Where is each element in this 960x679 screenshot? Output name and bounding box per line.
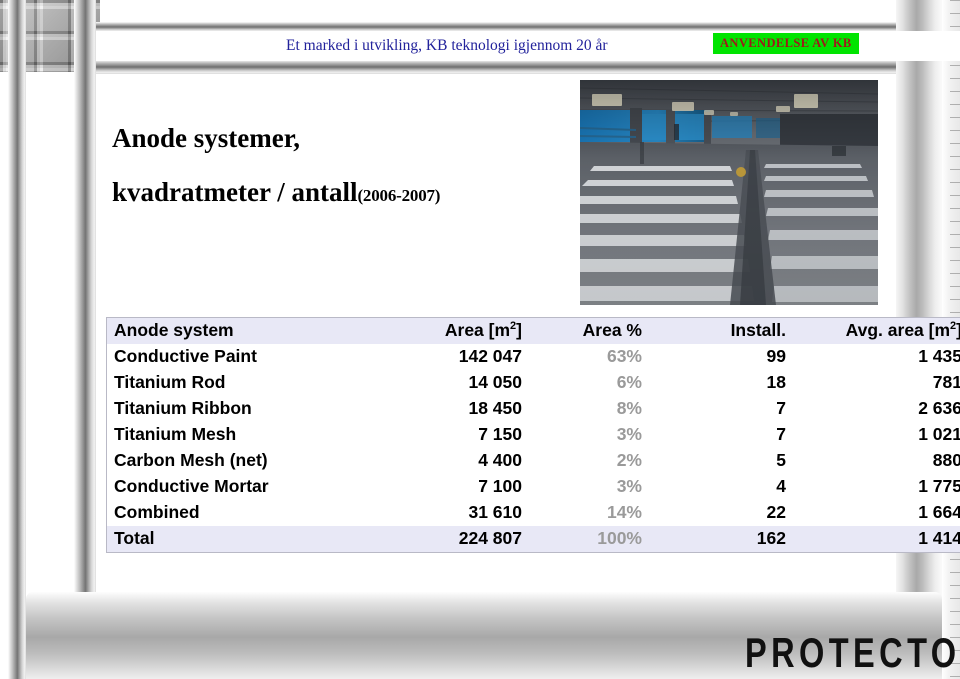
cell-anode-system: Total	[114, 528, 155, 549]
column-header-area-suffix: ]	[516, 320, 522, 341]
cell-anode-system: Conductive Paint	[114, 346, 257, 367]
cell-area-percent: 6%	[616, 372, 642, 393]
cell-area-percent: 100%	[597, 528, 642, 549]
page-title-line2: kvadratmeter / antall(2006-2007)	[112, 178, 572, 206]
cell-anode-system: Conductive Mortar	[114, 476, 269, 497]
column-header-area-percent: Area %	[582, 320, 642, 341]
cell-anode-system: Titanium Mesh	[114, 424, 237, 445]
table-row: Titanium Rod 14 050 6% 18 781	[107, 370, 960, 396]
slide-banner: Et marked i utvikling, KB teknologi igje…	[96, 31, 960, 61]
cell-install: 22	[766, 502, 786, 523]
cell-area: 4 400	[478, 450, 522, 471]
cell-area: 18 450	[468, 398, 522, 419]
cell-avg-area: 1 021	[918, 424, 960, 445]
cell-anode-system: Titanium Ribbon	[114, 398, 252, 419]
banner-title: Et marked i utvikling, KB teknologi igje…	[286, 37, 608, 54]
column-header-install: Install.	[730, 320, 786, 341]
column-header-area-text: Area [m	[444, 320, 511, 341]
cell-area: 7 150	[478, 424, 522, 445]
cell-anode-system: Combined	[114, 502, 200, 523]
frame-bar-left-inner	[74, 0, 96, 679]
table-body: Conductive Paint 142 047 63% 99 1 435 Titaniu…	[106, 344, 960, 553]
cell-avg-area: 1 664	[918, 502, 960, 523]
page-title-years: (2006-2007)	[357, 186, 441, 206]
column-header-anode-system: Anode system	[114, 320, 234, 341]
cell-install: 162	[756, 528, 786, 549]
cell-area: 31 610	[468, 502, 522, 523]
frame-bar-top-lower	[96, 60, 960, 74]
cell-avg-area: 1 775	[918, 476, 960, 497]
cell-area: 142 047	[458, 346, 522, 367]
table: Anode system Area [m2] Area % Install. A…	[106, 317, 960, 553]
table-header-row: Anode system Area [m2] Area % Install. A…	[106, 317, 960, 345]
cell-avg-area: 1 435	[918, 346, 960, 367]
column-header-avg-suffix: ]	[956, 320, 960, 340]
anode-systems-table: Anode system Area [m2] Area % Install. A…	[106, 317, 960, 553]
cell-install: 7	[776, 424, 786, 445]
cell-avg-area: 1 414	[918, 528, 960, 549]
table-row: Carbon Mesh (net) 4 400 2% 5 880	[107, 448, 960, 474]
cell-avg-area: 2 636	[918, 398, 960, 419]
cell-area: 7 100	[478, 476, 522, 497]
cell-anode-system: Carbon Mesh (net)	[114, 450, 268, 471]
frame-bar-left-outer	[8, 0, 26, 679]
page-title-line1: Anode systemer,	[112, 123, 300, 153]
cell-area-percent: 3%	[616, 424, 642, 445]
protector-logo: PROTECTOR	[745, 630, 960, 676]
cell-avg-area: 781	[932, 372, 960, 393]
table-row: Combined 31 610 14% 22 1 664	[107, 500, 960, 526]
cell-install: 99	[766, 346, 786, 367]
banner-badge: ANVENDELSE AV KB	[713, 33, 859, 54]
cell-anode-system: Titanium Rod	[114, 372, 226, 393]
cell-install: 5	[776, 450, 786, 471]
page-title-line2-text: kvadratmeter / antall	[112, 177, 358, 208]
slide-canvas: Et marked i utvikling, KB teknologi igje…	[0, 0, 960, 679]
table-row: Titanium Ribbon 18 450 8% 7 2 636	[107, 396, 960, 422]
table-head: Anode system Area [m2] Area % Install. A…	[106, 317, 960, 345]
cell-avg-area: 880	[932, 450, 960, 471]
table-row: Conductive Mortar 7 100 3% 4 1 775	[107, 474, 960, 500]
page-title: Anode systemer, kvadratmeter / antall(20…	[112, 124, 572, 207]
table-row: Titanium Mesh 7 150 3% 7 1 021	[107, 422, 960, 448]
cell-area: 14 050	[468, 372, 522, 393]
underpass-photo	[580, 80, 878, 305]
cell-area-percent: 63%	[606, 346, 642, 367]
cell-install: 7	[776, 398, 786, 419]
cell-install: 18	[766, 372, 786, 393]
column-header-area: Area [m2]	[386, 318, 526, 345]
cell-area-percent: 14%	[606, 502, 642, 523]
cell-area-percent: 8%	[616, 398, 642, 419]
cell-area-percent: 2%	[616, 450, 642, 471]
cell-install: 4	[776, 476, 786, 497]
cell-area: 224 807	[458, 528, 522, 549]
table-total-row: Total 224 807 100% 162 1 414	[106, 526, 960, 553]
column-header-avg-area: Avg. area [m2]	[808, 318, 960, 345]
cell-area-percent: 3%	[616, 476, 642, 497]
frame-gap-left	[60, 0, 74, 592]
table-row: Conductive Paint 142 047 63% 99 1 435	[107, 344, 960, 370]
column-header-avg-text: Avg. area [m	[845, 320, 951, 341]
